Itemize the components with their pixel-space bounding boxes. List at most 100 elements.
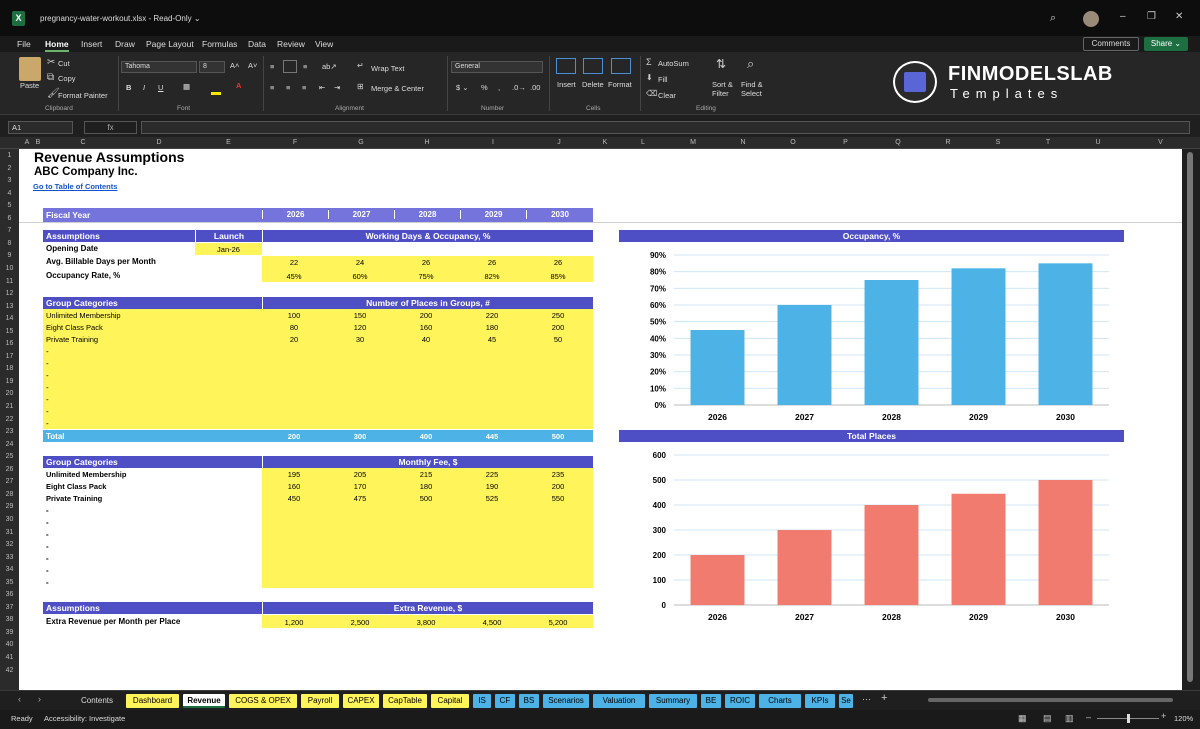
row-header[interactable]: 34 <box>0 566 19 573</box>
col-header[interactable]: L <box>618 139 668 146</box>
increase-decimal-icon[interactable]: .0→ <box>512 83 526 92</box>
align-top-icon[interactable]: ≡ <box>270 62 274 71</box>
menu-formulas[interactable]: Formulas <box>202 39 237 49</box>
col-header[interactable]: U <box>1073 139 1123 146</box>
col-header[interactable]: K <box>592 139 618 146</box>
menu-review[interactable]: Review <box>277 39 305 49</box>
sheet-tab[interactable]: CF <box>495 694 515 708</box>
sheet-tab[interactable]: IS <box>473 694 491 708</box>
minimize-icon[interactable]: – <box>1120 11 1126 22</box>
row-header[interactable]: 2 <box>0 165 19 172</box>
sheet-tab[interactable]: Summary <box>649 694 697 708</box>
occupancy-chart[interactable]: 0% 10% 20% 30% 40% 50% 60% 70% 80% 90% 2026 2027 202… <box>619 243 1124 433</box>
sheet-tab[interactable]: Dashboard <box>126 694 179 708</box>
row-header[interactable]: 41 <box>0 654 19 661</box>
delete-button[interactable]: Delete <box>582 80 604 89</box>
copy-button[interactable]: Copy <box>58 74 76 83</box>
col-header[interactable]: G <box>328 139 394 146</box>
col-header[interactable]: C <box>43 139 123 146</box>
autosum-button[interactable]: AutoSum <box>658 59 689 68</box>
clear-button[interactable]: Clear <box>658 91 676 100</box>
row-header[interactable]: 31 <box>0 529 19 536</box>
menu-file[interactable]: File <box>17 39 31 49</box>
insert-button[interactable]: Insert <box>557 80 576 89</box>
menu-data[interactable]: Data <box>248 39 266 49</box>
row-header[interactable]: 13 <box>0 303 19 310</box>
indent-increase-icon[interactable]: ⇥ <box>334 83 340 92</box>
row-header[interactable]: 6 <box>0 215 19 222</box>
row-header[interactable]: 10 <box>0 265 19 272</box>
zoom-level[interactable]: 120% <box>1174 714 1193 723</box>
sort-filter-icon[interactable]: ⇅ <box>716 57 726 71</box>
find-select-icon[interactable]: ⌕ <box>747 56 754 72</box>
sheet-tab[interactable]: COGS & OPEX <box>229 694 297 708</box>
align-middle-icon[interactable] <box>283 60 297 73</box>
row-header[interactable]: 32 <box>0 541 19 548</box>
tab-scroll-left-icon[interactable]: ‹ <box>18 694 21 704</box>
format-button[interactable]: Format <box>608 80 632 89</box>
formula-input[interactable] <box>141 121 1190 134</box>
format-cells-icon[interactable] <box>611 58 631 74</box>
percent-icon[interactable]: % <box>481 83 488 92</box>
borders-icon[interactable]: ▦ <box>183 82 190 91</box>
col-header[interactable]: Q <box>873 139 923 146</box>
row-header[interactable]: 1 <box>0 152 19 159</box>
sheet-tab[interactable]: CAPEX <box>343 694 379 708</box>
copy-icon[interactable]: ⧉ <box>47 72 54 83</box>
row-header[interactable]: 29 <box>0 503 19 510</box>
decrease-decimal-icon[interactable]: .00 <box>530 83 540 92</box>
avatar[interactable] <box>1083 11 1099 27</box>
col-header[interactable]: F <box>262 139 328 146</box>
row-header[interactable]: 7 <box>0 227 19 234</box>
status-accessibility[interactable]: Accessibility: Investigate <box>44 714 125 723</box>
share-button[interactable]: Share ⌄ <box>1144 37 1188 51</box>
fill-icon[interactable]: ⬇ <box>646 73 653 82</box>
close-icon[interactable]: ✕ <box>1175 11 1183 22</box>
row-header[interactable]: 35 <box>0 579 19 586</box>
align-right-icon[interactable]: ≡ <box>302 83 306 92</box>
row-header[interactable]: 14 <box>0 315 19 322</box>
col-header[interactable]: R <box>923 139 973 146</box>
worksheet[interactable]: Revenue Assumptions ABC Company Inc. Go … <box>19 149 1182 690</box>
menu-view[interactable]: View <box>315 39 333 49</box>
total-places-chart[interactable]: 0 100 200 300 400 500 600 2026 2027 2028 2029 2030 <box>619 443 1124 633</box>
fill-color-icon[interactable] <box>211 92 221 95</box>
underline-icon[interactable]: U <box>158 83 163 92</box>
maximize-icon[interactable]: ❐ <box>1147 11 1156 22</box>
col-header[interactable]: S <box>973 139 1023 146</box>
insert-cells-icon[interactable] <box>556 58 576 74</box>
sheet-tab[interactable]: Capital <box>431 694 469 708</box>
row-header[interactable]: 36 <box>0 591 19 598</box>
row-header[interactable]: 42 <box>0 667 19 674</box>
row-header[interactable]: 8 <box>0 240 19 247</box>
col-header[interactable]: E <box>195 139 262 146</box>
clear-icon[interactable]: ⌫ <box>646 89 657 98</box>
row-header[interactable]: 16 <box>0 340 19 347</box>
sheet-tab[interactable]: Revenue <box>183 694 225 708</box>
sheet-tab[interactable]: BS <box>519 694 539 708</box>
row-header[interactable]: 15 <box>0 328 19 335</box>
find-select-button[interactable]: Find & Select <box>741 80 769 98</box>
row-header[interactable]: 39 <box>0 629 19 636</box>
row-header[interactable]: 38 <box>0 616 19 623</box>
font-color-icon[interactable]: A <box>236 81 241 90</box>
row-header[interactable]: 17 <box>0 353 19 360</box>
col-header[interactable]: D <box>123 139 195 146</box>
row-header[interactable]: 27 <box>0 478 19 485</box>
add-sheet-icon[interactable]: + <box>881 692 887 704</box>
menu-insert[interactable]: Insert <box>81 39 102 49</box>
align-center-icon[interactable]: ≡ <box>286 83 290 92</box>
menu-draw[interactable]: Draw <box>115 39 135 49</box>
row-header[interactable]: 20 <box>0 390 19 397</box>
search-icon[interactable]: ⌕ <box>1050 12 1056 25</box>
cut-button[interactable]: Cut <box>58 59 70 68</box>
paste-icon[interactable] <box>19 57 41 81</box>
align-left-icon[interactable]: ≡ <box>270 83 274 92</box>
zoom-out-icon[interactable]: – <box>1086 712 1091 722</box>
sheet-tab[interactable]: Payroll <box>301 694 339 708</box>
sheet-tab[interactable]: KPIs <box>805 694 835 708</box>
row-header[interactable]: 22 <box>0 416 19 423</box>
sheet-tab[interactable]: CapTable <box>383 694 427 708</box>
sheet-tab[interactable]: Valuation <box>593 694 645 708</box>
page-break-view-icon[interactable]: ▥ <box>1065 713 1074 724</box>
